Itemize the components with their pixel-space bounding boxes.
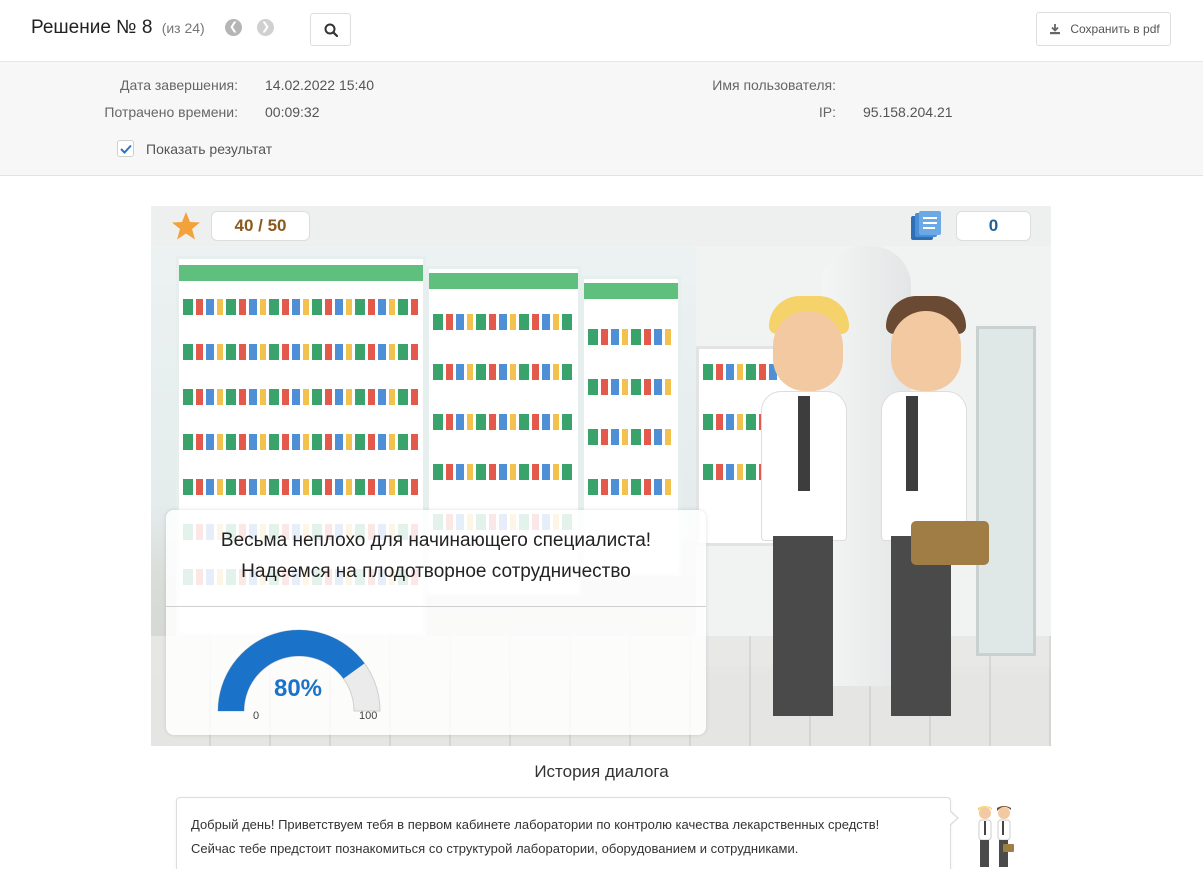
- gauge-max-label: 100: [359, 710, 378, 722]
- scene-shelf-band: [179, 265, 423, 281]
- character-torso: [881, 391, 967, 541]
- briefcase: [911, 521, 989, 565]
- dialog-message: Добрый день! Приветствуем тебя в первом …: [176, 797, 951, 869]
- prev-solution-button[interactable]: ❮: [225, 19, 242, 36]
- result-card: Весьма неплохо для начинающего специалис…: [166, 510, 706, 735]
- solution-title: Решение № 8: [31, 17, 153, 38]
- completion-date-value: 14.02.2022 15:40: [265, 77, 374, 93]
- scene-shelf-row: [433, 314, 574, 330]
- scene-shelf-row: [183, 479, 419, 495]
- result-divider: [166, 606, 706, 607]
- character-left: [761, 296, 881, 716]
- scene-shelf-row: [588, 479, 674, 495]
- scene-shelf-row: [588, 329, 674, 345]
- ip-label: IP:: [818, 104, 836, 120]
- dialog-history-title: История диалога: [534, 762, 669, 781]
- next-solution-button[interactable]: ❯: [257, 19, 274, 36]
- character-head: [773, 311, 843, 391]
- time-spent-value: 00:09:32: [265, 104, 320, 120]
- character-tie: [798, 396, 810, 491]
- search-icon: [324, 23, 338, 37]
- save-pdf-label: Сохранить в pdf: [1070, 22, 1160, 36]
- top-bar: Решение № 8 (из 24) ❮ ❯ Сохранить в pdf: [0, 0, 1203, 62]
- gauge-min-label: 0: [253, 710, 260, 722]
- characters-avatar: [978, 806, 1014, 867]
- time-spent-label: Потрачено времени:: [104, 104, 238, 120]
- search-button[interactable]: [310, 13, 351, 46]
- scene-shelf-row: [183, 299, 419, 315]
- score-counter: 40 / 50: [211, 211, 310, 241]
- items-counter: 0: [956, 211, 1031, 241]
- save-pdf-button[interactable]: Сохранить в pdf: [1036, 12, 1171, 46]
- dialog-message-text: Добрый день! Приветствуем тебя в первом …: [191, 813, 940, 861]
- character-legs: [773, 536, 833, 716]
- scene-shelf-row: [588, 379, 674, 395]
- solution-info-panel: Дата завершения: 14.02.2022 15:40 Потрач…: [0, 62, 1203, 176]
- scene-shelf-row: [183, 344, 419, 360]
- gauge-value: 80%: [273, 675, 323, 702]
- character-tie: [906, 396, 918, 491]
- ip-value: 95.158.204.21: [863, 104, 953, 120]
- solution-count: (из 24): [161, 20, 205, 36]
- result-scene: 40 / 50 0 Весьма неплохо для начинающего…: [151, 206, 1051, 746]
- dialog-bubble-pointer-inner: [949, 811, 957, 825]
- show-result-label: Показать результат: [146, 141, 273, 157]
- completion-date-label: Дата завершения:: [120, 77, 238, 93]
- show-result-checkbox[interactable]: [117, 140, 134, 157]
- result-message-line1: Весьма неплохо для начинающего специалис…: [220, 530, 652, 551]
- star-icon: [172, 212, 200, 240]
- scene-shelf-row: [433, 464, 574, 480]
- result-message-line2: Надеемся на плодотворное сотрудничество: [241, 561, 631, 582]
- scene-shelf-row: [183, 389, 419, 405]
- dialog-message-line1: Добрый день! Приветствуем тебя в первом …: [191, 817, 880, 832]
- scene-shelf-row: [433, 364, 574, 380]
- arrow-left-icon: ❮: [228, 21, 239, 33]
- arrow-right-icon: ❯: [260, 21, 271, 33]
- checkmark-icon: [120, 144, 132, 154]
- character-head: [891, 311, 961, 391]
- dialog-message-line2: Сейчас тебе предстоит познакомиться со с…: [191, 841, 799, 856]
- download-icon: [1050, 24, 1060, 35]
- scene-shelf-row: [433, 414, 574, 430]
- scene-shelf-row: [588, 429, 674, 445]
- book-icon: [911, 211, 941, 240]
- scene-shelf-band: [429, 273, 578, 289]
- scene-shelf-band: [584, 283, 678, 299]
- scene-shelf-row: [183, 434, 419, 450]
- page-title: Решение № 8 (из 24): [31, 17, 205, 39]
- character-right: [881, 296, 1011, 716]
- username-label: Имя пользователя:: [712, 77, 836, 93]
